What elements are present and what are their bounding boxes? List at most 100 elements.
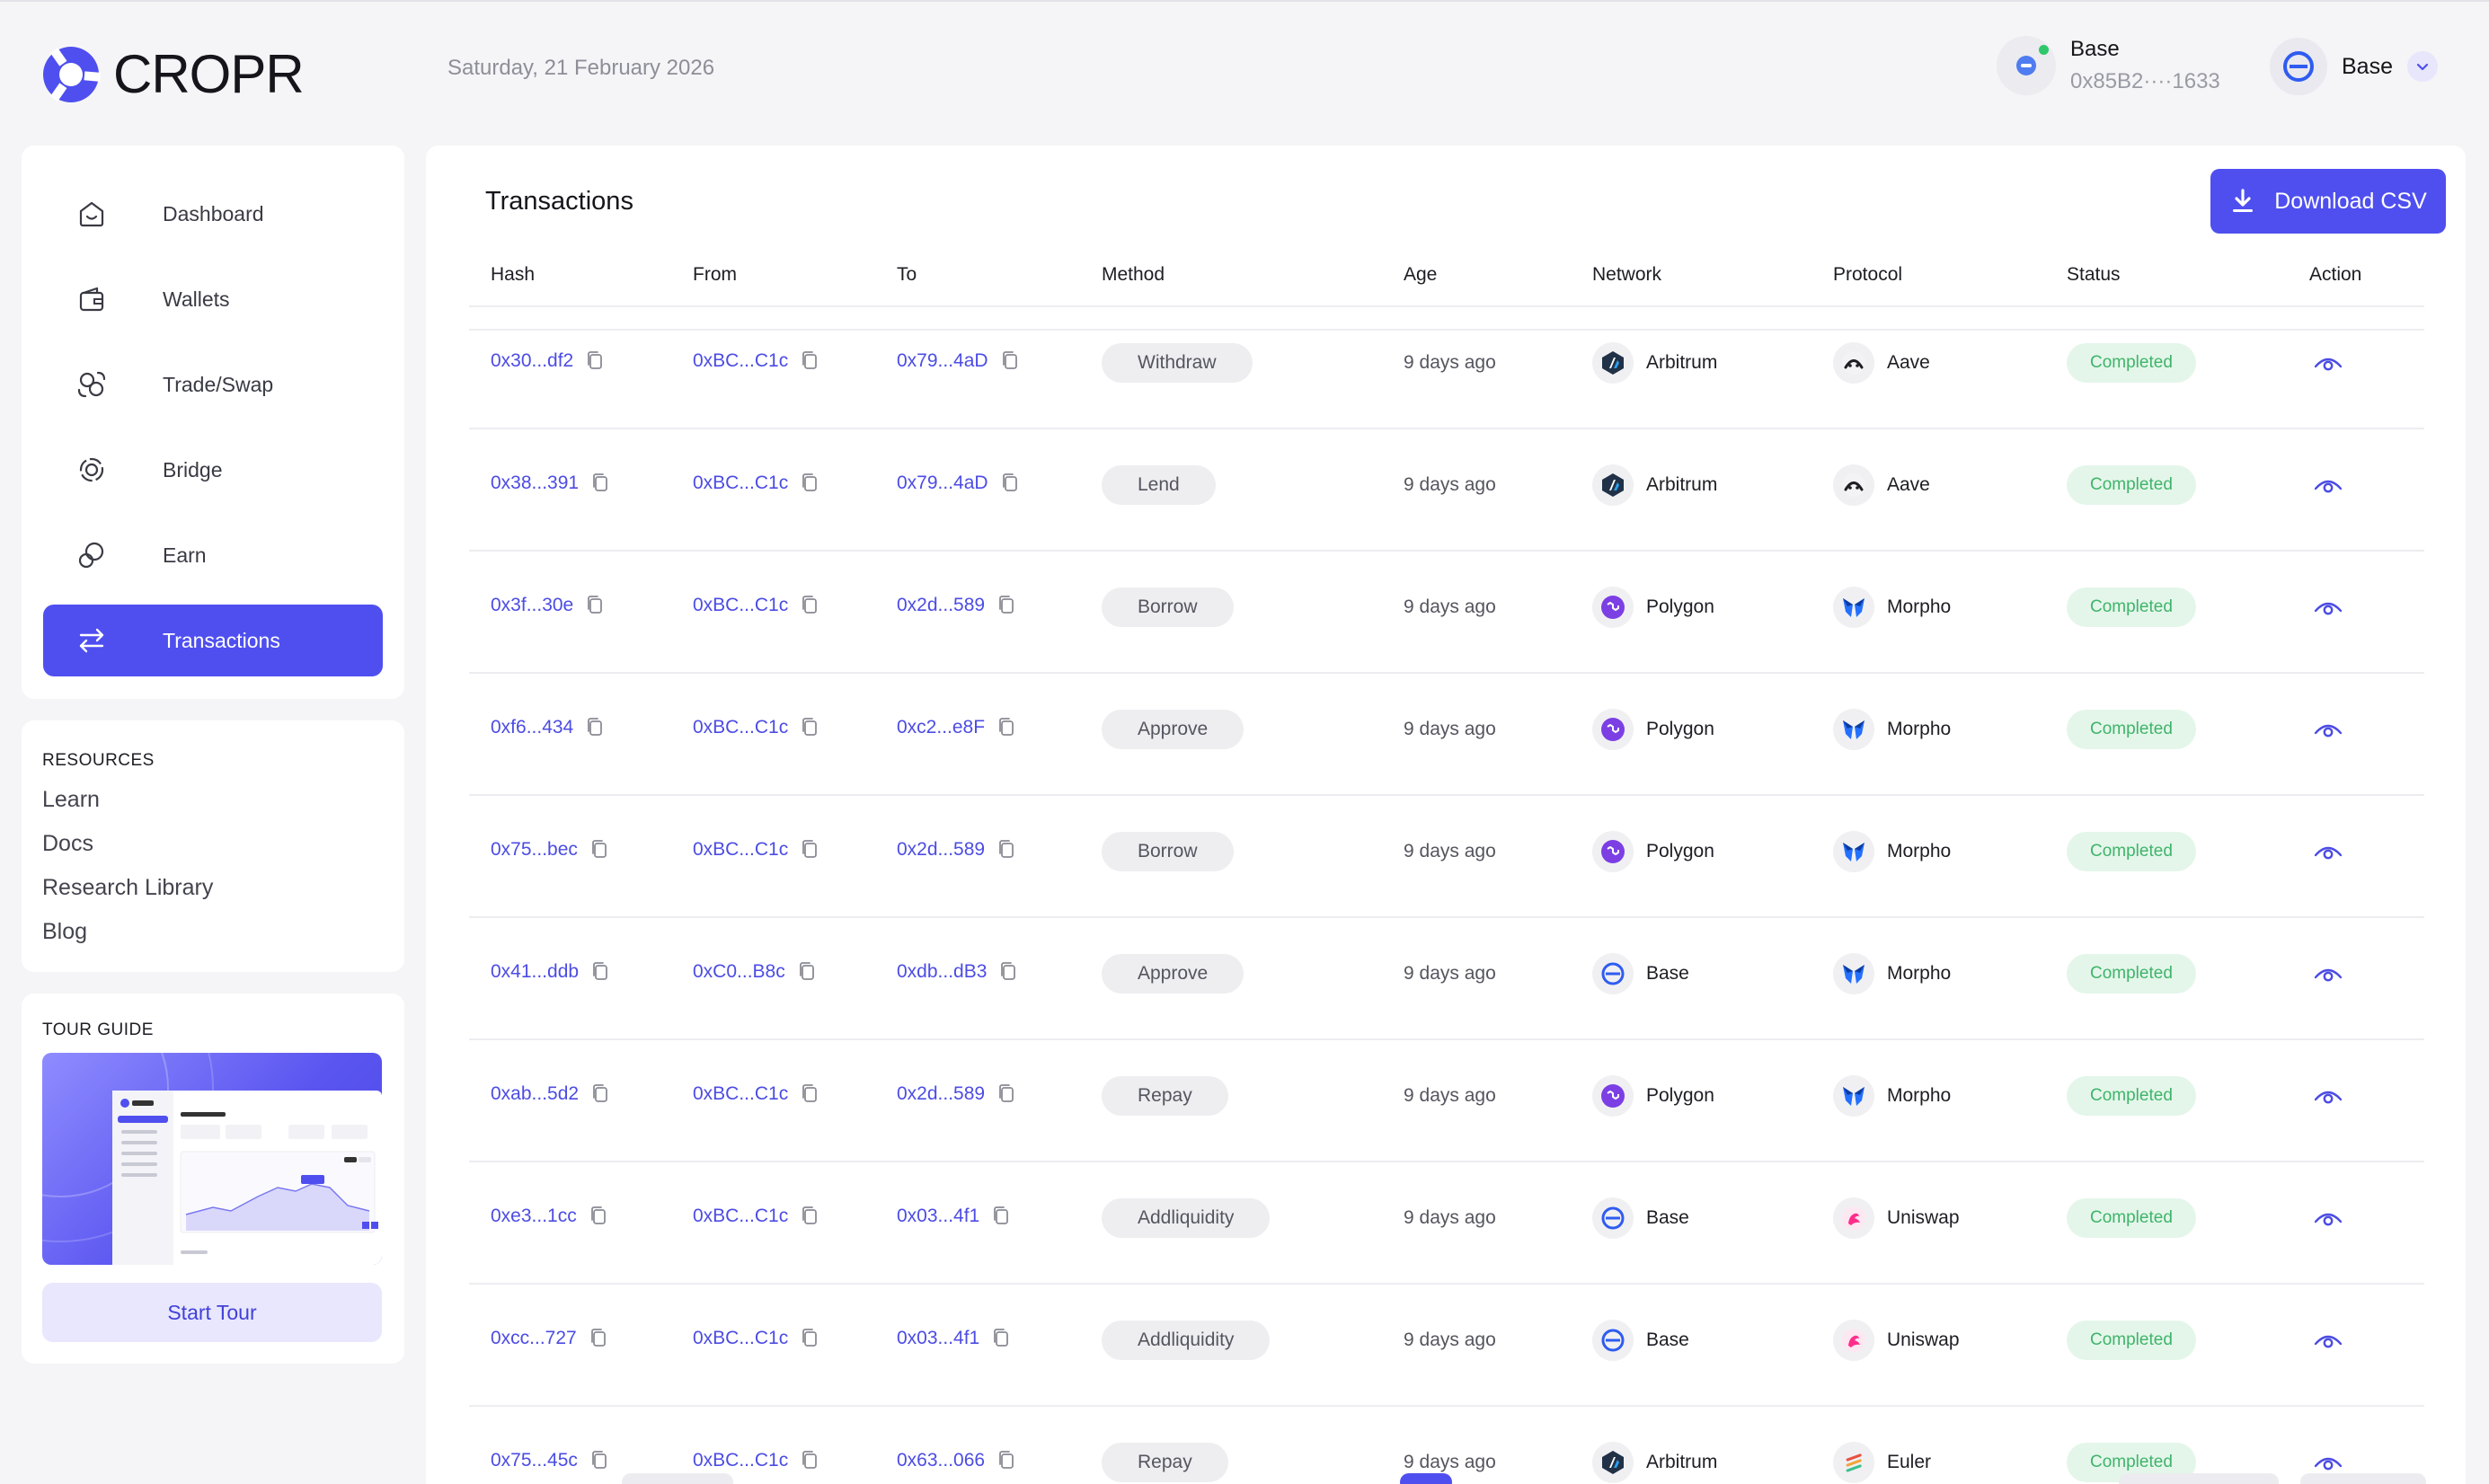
copy-icon[interactable] bbox=[992, 1328, 1010, 1349]
start-tour-button[interactable]: Start Tour bbox=[42, 1283, 382, 1342]
wallet-chip[interactable]: Base 0x85B2····1633 bbox=[1997, 36, 2220, 95]
view-details-icon[interactable] bbox=[2313, 1208, 2343, 1228]
copy-icon[interactable] bbox=[997, 839, 1015, 861]
copy-icon[interactable] bbox=[586, 717, 604, 738]
from-link[interactable]: 0xBC...C1c bbox=[693, 717, 788, 738]
column-header-network[interactable]: Network bbox=[1592, 264, 1661, 286]
sidebar-item-transactions[interactable]: Transactions bbox=[43, 605, 383, 676]
pagination-page-size[interactable] bbox=[2119, 1473, 2279, 1484]
to-link[interactable]: 0x2d...589 bbox=[897, 839, 985, 861]
to-link[interactable]: 0x03...4f1 bbox=[897, 1206, 979, 1227]
view-details-icon[interactable] bbox=[2313, 597, 2343, 617]
column-header-to[interactable]: To bbox=[897, 264, 917, 286]
column-header-method[interactable]: Method bbox=[1102, 264, 1165, 286]
copy-icon[interactable] bbox=[801, 473, 819, 494]
copy-icon[interactable] bbox=[801, 1328, 819, 1349]
resource-link-blog[interactable]: Blog bbox=[42, 919, 87, 945]
brand-logo[interactable]: CROPR bbox=[41, 43, 305, 105]
column-header-protocol[interactable]: Protocol bbox=[1833, 264, 1902, 286]
from-link[interactable]: 0xBC...C1c bbox=[693, 839, 788, 861]
download-csv-button[interactable]: Download CSV bbox=[2210, 169, 2446, 234]
copy-icon[interactable] bbox=[801, 717, 819, 738]
copy-icon[interactable] bbox=[801, 1206, 819, 1227]
hash-link[interactable]: 0x38...391 bbox=[491, 473, 579, 494]
sidebar-item-bridge[interactable]: Bridge bbox=[43, 434, 383, 506]
column-header-from[interactable]: From bbox=[693, 264, 737, 286]
sidebar-item-earn[interactable]: Earn bbox=[43, 519, 383, 591]
hash-link[interactable]: 0xcc...727 bbox=[491, 1328, 577, 1349]
hash-link[interactable]: 0x75...45c bbox=[491, 1450, 578, 1471]
pagination-next[interactable] bbox=[2300, 1473, 2426, 1484]
to-link[interactable]: 0x79...4aD bbox=[897, 350, 988, 372]
copy-icon[interactable] bbox=[589, 1328, 607, 1349]
sidebar-item-wallets[interactable]: Wallets bbox=[43, 263, 383, 335]
copy-icon[interactable] bbox=[999, 961, 1017, 983]
copy-icon[interactable] bbox=[997, 1083, 1015, 1105]
view-details-icon[interactable] bbox=[2313, 1086, 2343, 1106]
hash-link[interactable]: 0x75...bec bbox=[491, 839, 578, 861]
copy-icon[interactable] bbox=[1001, 473, 1019, 494]
from-link[interactable]: 0xBC...C1c bbox=[693, 350, 788, 372]
view-details-icon[interactable] bbox=[2313, 475, 2343, 495]
to-link[interactable]: 0xdb...dB3 bbox=[897, 961, 987, 983]
copy-icon[interactable] bbox=[997, 1450, 1015, 1471]
hash-link[interactable]: 0xe3...1cc bbox=[491, 1206, 577, 1227]
to-link[interactable]: 0x2d...589 bbox=[897, 1083, 985, 1105]
copy-icon[interactable] bbox=[591, 1083, 609, 1105]
copy-icon[interactable] bbox=[591, 473, 609, 494]
view-details-icon[interactable] bbox=[2313, 353, 2343, 373]
from-link[interactable]: 0xBC...C1c bbox=[693, 1328, 788, 1349]
to-link[interactable]: 0x03...4f1 bbox=[897, 1328, 979, 1349]
hash-link[interactable]: 0x30...df2 bbox=[491, 350, 573, 372]
network-selector[interactable]: Base bbox=[2270, 38, 2438, 95]
hash-link[interactable]: 0xf6...434 bbox=[491, 717, 573, 738]
copy-icon[interactable] bbox=[589, 1206, 607, 1227]
copy-icon[interactable] bbox=[590, 839, 608, 861]
copy-icon[interactable] bbox=[801, 1083, 819, 1105]
view-details-icon[interactable] bbox=[2313, 842, 2343, 861]
view-details-icon[interactable] bbox=[2313, 720, 2343, 739]
copy-icon[interactable] bbox=[798, 961, 816, 983]
copy-icon[interactable] bbox=[586, 595, 604, 616]
resource-link-learn[interactable]: Learn bbox=[42, 787, 100, 813]
sidebar-item-trade-swap[interactable]: Trade/Swap bbox=[43, 349, 383, 420]
to-link[interactable]: 0x2d...589 bbox=[897, 595, 985, 616]
view-details-icon[interactable] bbox=[2313, 1453, 2343, 1472]
from-link[interactable]: 0xC0...B8c bbox=[693, 961, 785, 983]
from-link[interactable]: 0xBC...C1c bbox=[693, 1083, 788, 1105]
copy-icon[interactable] bbox=[590, 1450, 608, 1471]
sidebar-item-dashboard[interactable]: Dashboard bbox=[43, 178, 383, 250]
from-link[interactable]: 0xBC...C1c bbox=[693, 595, 788, 616]
chevron-down-icon[interactable] bbox=[2406, 51, 2438, 82]
to-link[interactable]: 0x79...4aD bbox=[897, 473, 988, 494]
copy-icon[interactable] bbox=[1001, 350, 1019, 372]
pagination-prev[interactable] bbox=[622, 1473, 733, 1484]
view-details-icon[interactable] bbox=[2313, 964, 2343, 984]
to-link[interactable]: 0x63...066 bbox=[897, 1450, 985, 1471]
copy-icon[interactable] bbox=[591, 961, 609, 983]
resource-link-research-library[interactable]: Research Library bbox=[42, 875, 213, 901]
from-link[interactable]: 0xBC...C1c bbox=[693, 473, 788, 494]
pagination-current-page[interactable] bbox=[1400, 1473, 1452, 1484]
column-header-action[interactable]: Action bbox=[2309, 264, 2361, 286]
copy-icon[interactable] bbox=[801, 839, 819, 861]
view-details-icon[interactable] bbox=[2313, 1330, 2343, 1350]
copy-icon[interactable] bbox=[992, 1206, 1010, 1227]
from-link[interactable]: 0xBC...C1c bbox=[693, 1450, 788, 1471]
from-link[interactable]: 0xBC...C1c bbox=[693, 1206, 788, 1227]
to-link[interactable]: 0xc2...e8F bbox=[897, 717, 985, 738]
resource-link-docs[interactable]: Docs bbox=[42, 831, 93, 857]
column-header-age[interactable]: Age bbox=[1404, 264, 1437, 286]
copy-icon[interactable] bbox=[801, 595, 819, 616]
earn-icon bbox=[78, 542, 104, 569]
copy-icon[interactable] bbox=[586, 350, 604, 372]
hash-link[interactable]: 0xab...5d2 bbox=[491, 1083, 579, 1105]
column-header-hash[interactable]: Hash bbox=[491, 264, 535, 286]
copy-icon[interactable] bbox=[997, 717, 1015, 738]
copy-icon[interactable] bbox=[997, 595, 1015, 616]
column-header-status[interactable]: Status bbox=[2067, 264, 2121, 286]
copy-icon[interactable] bbox=[801, 1450, 819, 1471]
hash-link[interactable]: 0x3f...30e bbox=[491, 595, 573, 616]
hash-link[interactable]: 0x41...ddb bbox=[491, 961, 579, 983]
copy-icon[interactable] bbox=[801, 350, 819, 372]
